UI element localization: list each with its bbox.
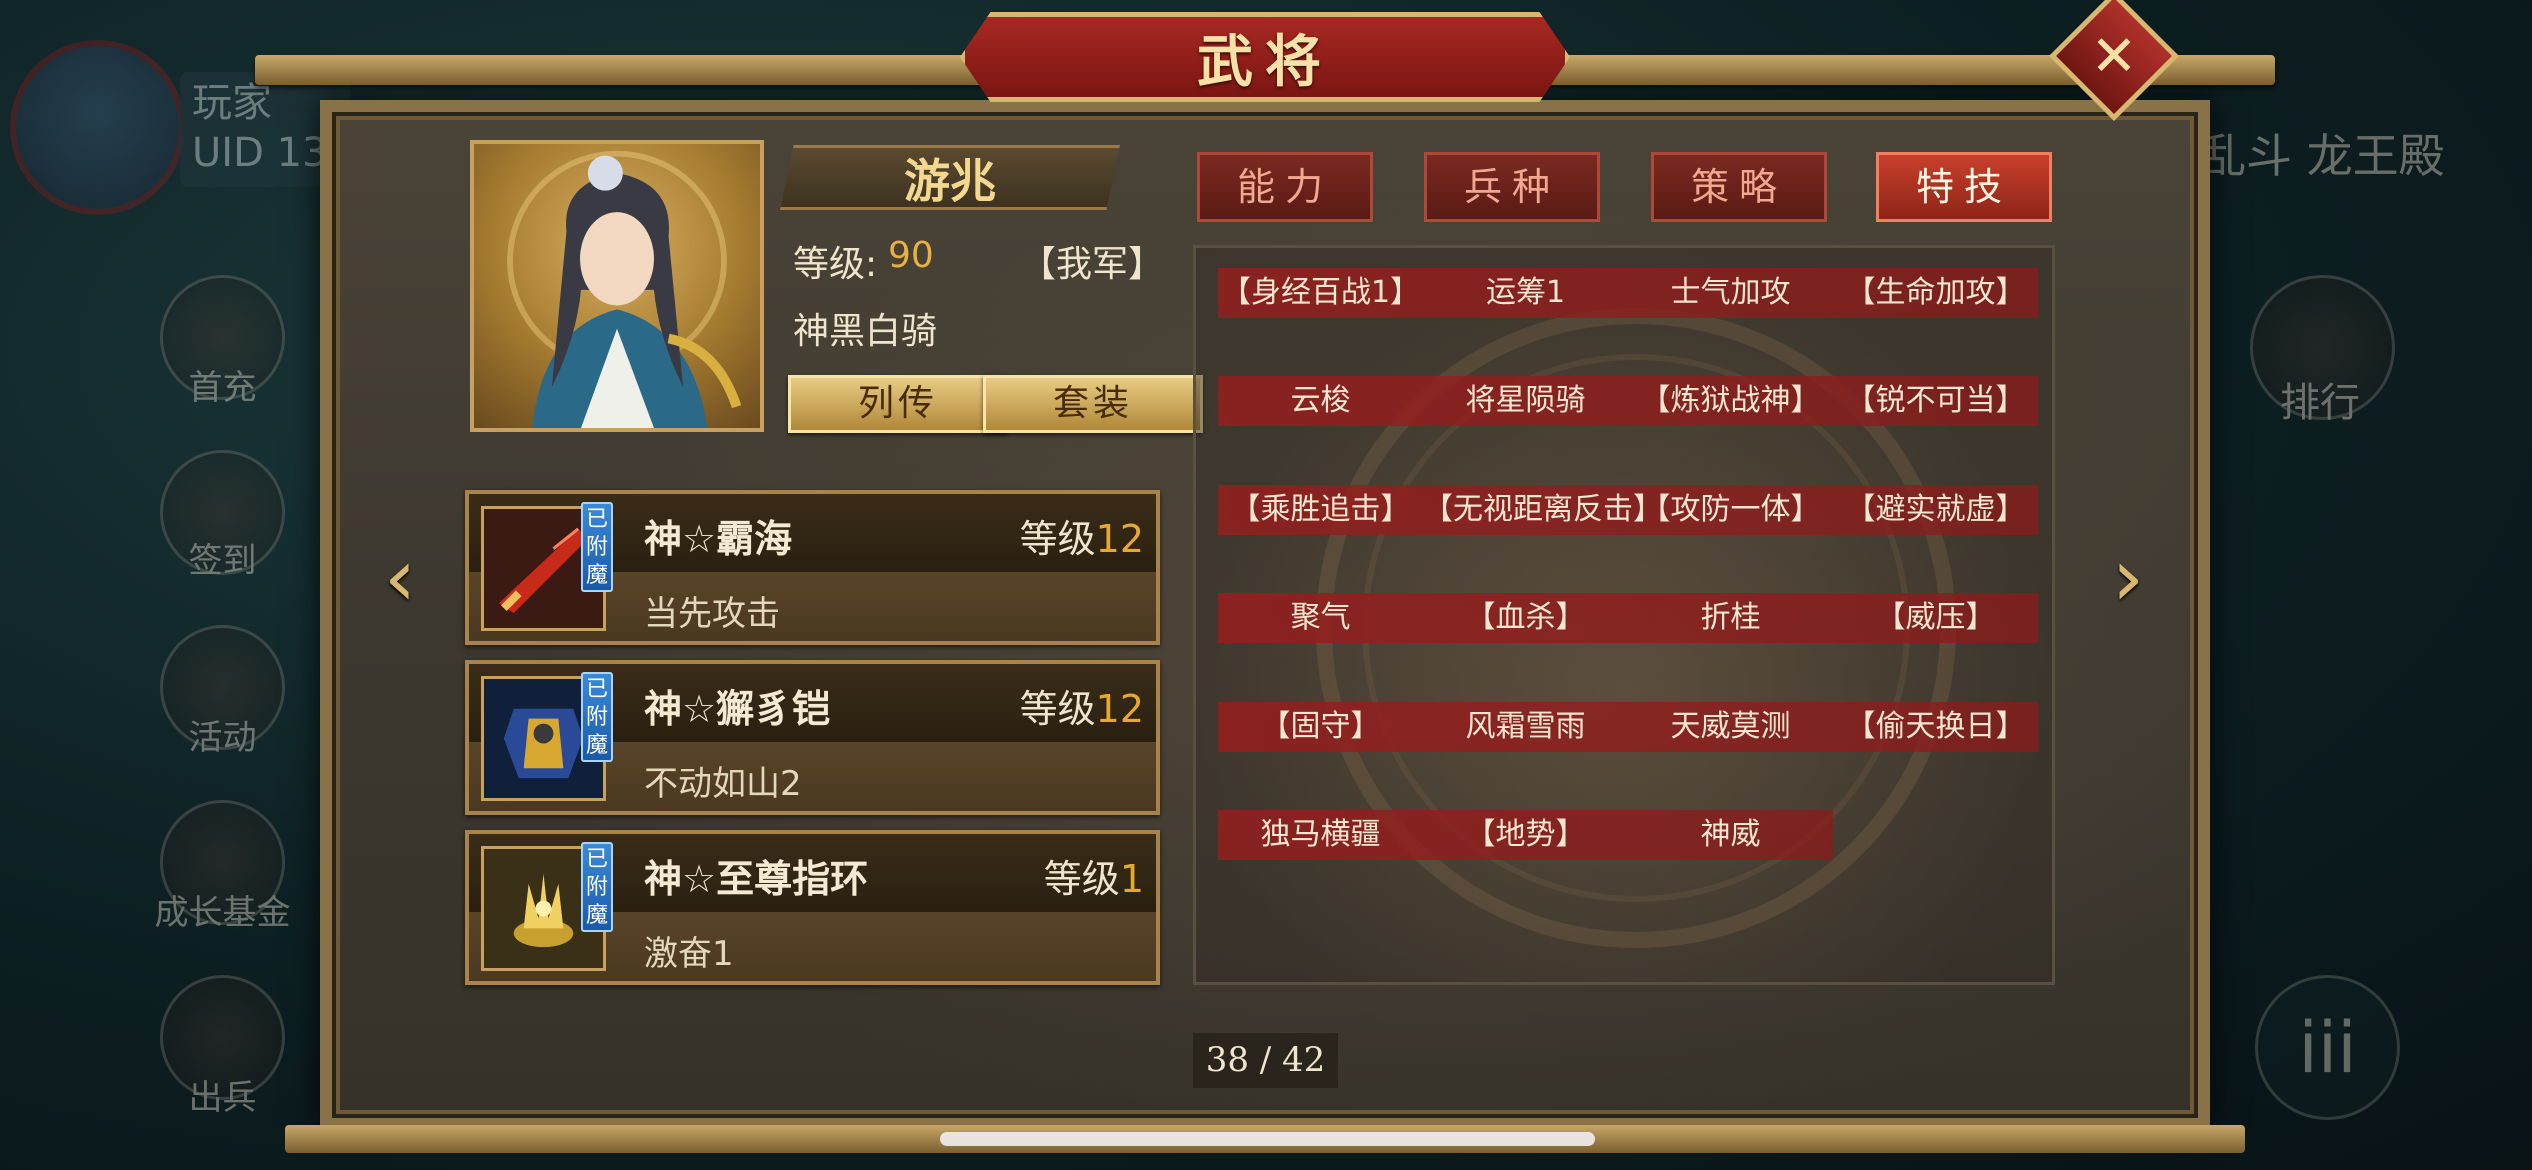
dispatch-label: 出兵 [188, 1078, 257, 1118]
close-icon: ✕ [2090, 23, 2138, 89]
tab-special-skills[interactable]: 特技 [1876, 152, 2052, 222]
skill-item[interactable]: 【固守】 [1218, 702, 1423, 752]
equipment-level-value: 12 [1095, 517, 1144, 561]
equipment-set-button[interactable]: 套装 [983, 375, 1203, 433]
skill-item[interactable]: 神威 [1628, 810, 1833, 860]
window-title: 武将 [1197, 28, 1333, 95]
hero-faction: 【我军】 [1020, 244, 1165, 285]
skill-row: 云梭 将星陨骑 【炼狱战神】 【锐不可当】 [1218, 376, 2038, 426]
skill-item[interactable]: 【身经百战1】 [1218, 268, 1423, 318]
equipment-slot-weapon[interactable]: 已附魔 神☆霸海 等级12 当先攻击 [465, 490, 1160, 645]
skill-item[interactable]: 【无视距离反击】 [1423, 485, 1663, 535]
hero-portrait-image [507, 150, 742, 428]
equipment-effect: 不动如山2 [644, 764, 802, 804]
skill-item[interactable]: 【炼狱战神】 [1628, 376, 1833, 426]
skill-item[interactable]: 折桂 [1628, 593, 1833, 643]
hero-troop-type: 神黑白骑 [793, 311, 938, 352]
enchanted-badge: 已附魔 [581, 672, 613, 762]
skill-item[interactable]: 聚气 [1218, 593, 1423, 643]
enchanted-badge: 已附魔 [581, 842, 613, 932]
equipment-level-label: 等级 [1019, 517, 1096, 561]
home-indicator[interactable] [940, 1132, 1595, 1146]
sign-in-label: 签到 [188, 541, 257, 581]
equipment-level-value: 1 [1119, 857, 1144, 901]
equipment-level-label: 等级 [1043, 857, 1120, 901]
tab-strategy[interactable]: 策略 [1651, 152, 1827, 222]
menu-button[interactable]: iii [2255, 975, 2400, 1120]
skill-row: 独马横疆 【地势】 神威 [1218, 810, 1833, 860]
biography-button[interactable]: 列传 [788, 375, 1008, 433]
skill-item[interactable]: 【血杀】 [1423, 593, 1628, 643]
hero-level-label: 等级: [793, 244, 878, 285]
prev-hero-arrow-icon[interactable]: ‹ [370, 538, 430, 618]
player-name-label: 玩家 [192, 80, 272, 126]
equipment-effect: 激奋1 [644, 934, 734, 974]
activity-label: 活动 [188, 718, 257, 758]
player-uid-label: UID 13 [192, 130, 328, 176]
skill-item[interactable]: 天威莫测 [1628, 702, 1833, 752]
skill-row: 【身经百战1】 运筹1 士气加攻 【生命加攻】 [1218, 268, 2038, 318]
hero-name-plate: 游兆 [780, 145, 1120, 210]
window-title-plate: 武将 [960, 12, 1570, 102]
skill-item[interactable]: 【地势】 [1423, 810, 1628, 860]
skill-item[interactable]: 云梭 [1218, 376, 1423, 426]
equipment-level-value: 12 [1095, 687, 1144, 731]
tab-ability[interactable]: 能力 [1197, 152, 1373, 222]
equipment-slot-armor[interactable]: 已附魔 神☆獬豸铠 等级12 不动如山2 [465, 660, 1160, 815]
growth-fund-label: 成长基金 [154, 893, 291, 933]
skill-item[interactable]: 【偷天换日】 [1833, 702, 2038, 752]
event-title: 乱斗 龙王殿 [2200, 129, 2445, 183]
skill-item[interactable]: 风霜雪雨 [1423, 702, 1628, 752]
hero-page-counter: 38 / 42 [1193, 1033, 1338, 1088]
skill-item[interactable]: 【攻防一体】 [1628, 485, 1833, 535]
equipment-level: 等级12 [1020, 678, 1144, 733]
equipment-effect: 当先攻击 [644, 594, 780, 634]
equipment-name: 神☆至尊指环 [644, 857, 869, 901]
skill-row: 聚气 【血杀】 折桂 【威压】 [1218, 593, 2038, 643]
equipment-slot-accessory[interactable]: 已附魔 神☆至尊指环 等级1 激奋1 [465, 830, 1160, 985]
skill-row: 【乘胜追击】 【无视距离反击】 【攻防一体】 【避实就虚】 [1218, 485, 2038, 535]
next-hero-arrow-icon[interactable]: › [2098, 538, 2158, 618]
skill-item[interactable]: 运筹1 [1423, 268, 1628, 318]
skill-item[interactable]: 独马横疆 [1218, 810, 1423, 860]
equipment-level-label: 等级 [1019, 687, 1096, 731]
skill-item[interactable]: 【威压】 [1833, 593, 2038, 643]
ranking-label: 排行 [2280, 380, 2360, 426]
skill-item[interactable]: 【乘胜追击】 [1218, 485, 1423, 535]
skill-item[interactable]: 【锐不可当】 [1833, 376, 2038, 426]
player-avatar[interactable] [10, 40, 185, 215]
equipment-level: 等级12 [1020, 508, 1144, 563]
equipment-level: 等级1 [1044, 848, 1144, 903]
skills-panel: 【身经百战1】 运筹1 士气加攻 【生命加攻】 云梭 将星陨骑 【炼狱战神】 【… [1193, 245, 2055, 985]
equipment-name: 神☆獬豸铠 [644, 687, 831, 731]
hero-level-value: 90 [888, 235, 934, 276]
skill-item[interactable]: 【生命加攻】 [1833, 268, 2038, 318]
hero-name: 游兆 [904, 153, 996, 208]
hero-portrait [470, 140, 764, 432]
skill-item[interactable]: 【避实就虚】 [1833, 485, 2038, 535]
equipment-name: 神☆霸海 [644, 517, 793, 561]
enchanted-badge: 已附魔 [581, 502, 613, 592]
skill-item[interactable]: 士气加攻 [1628, 268, 1833, 318]
skill-item[interactable]: 将星陨骑 [1423, 376, 1628, 426]
first-recharge-label: 首充 [188, 368, 257, 408]
skill-row: 【固守】 风霜雪雨 天威莫测 【偷天换日】 [1218, 702, 2038, 752]
tab-troops[interactable]: 兵种 [1424, 152, 1600, 222]
